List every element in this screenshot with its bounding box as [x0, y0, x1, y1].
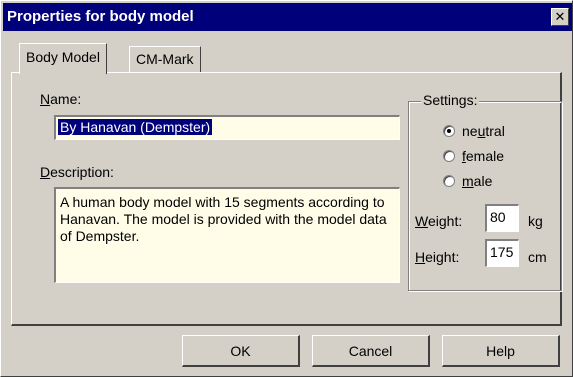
tab-body-model[interactable]: Body Model [19, 43, 107, 74]
weight-input[interactable]: 80 [485, 204, 519, 232]
height-label: Height: [415, 249, 460, 265]
help-button[interactable]: Help [442, 335, 560, 367]
radio-button [443, 175, 455, 187]
description-value: A human body model with 15 segments acco… [60, 194, 387, 244]
height-unit: cm [528, 249, 547, 265]
radio-neutral[interactable]: neutral [443, 123, 505, 139]
settings-legend: Settings: [421, 92, 480, 108]
ok-button[interactable]: OK [182, 335, 300, 367]
cancel-button[interactable]: Cancel [312, 335, 430, 367]
description-label: Description: [40, 164, 114, 180]
tab-cm-mark[interactable]: CM-Mark [129, 46, 201, 73]
height-input[interactable]: 175 [485, 239, 519, 267]
close-icon: ✕ [554, 9, 566, 24]
close-button[interactable]: ✕ [551, 8, 569, 26]
weight-unit: kg [528, 213, 543, 229]
radio-button [443, 125, 455, 137]
tab-panel-body-model: Name: By Hanavan (Dempster) Description:… [11, 72, 562, 326]
title-bar: Properties for body model ✕ [3, 3, 572, 31]
radio-male[interactable]: male [443, 173, 492, 189]
radio-button [443, 150, 455, 162]
name-value: By Hanavan (Dempster) [58, 119, 213, 135]
description-field[interactable]: A human body model with 15 segments acco… [54, 187, 400, 283]
name-label: Name: [40, 91, 82, 107]
window-title: Properties for body model [7, 8, 194, 25]
weight-label: Weight: [415, 213, 463, 229]
height-value: 175 [490, 244, 514, 260]
tab-label: Body Model [26, 49, 100, 65]
weight-value: 80 [490, 209, 506, 225]
radio-female[interactable]: female [443, 148, 504, 164]
name-field[interactable]: By Hanavan (Dempster) [54, 115, 400, 140]
properties-dialog: Properties for body model ✕ Body Model C… [0, 0, 573, 377]
tab-label: CM-Mark [136, 51, 194, 67]
